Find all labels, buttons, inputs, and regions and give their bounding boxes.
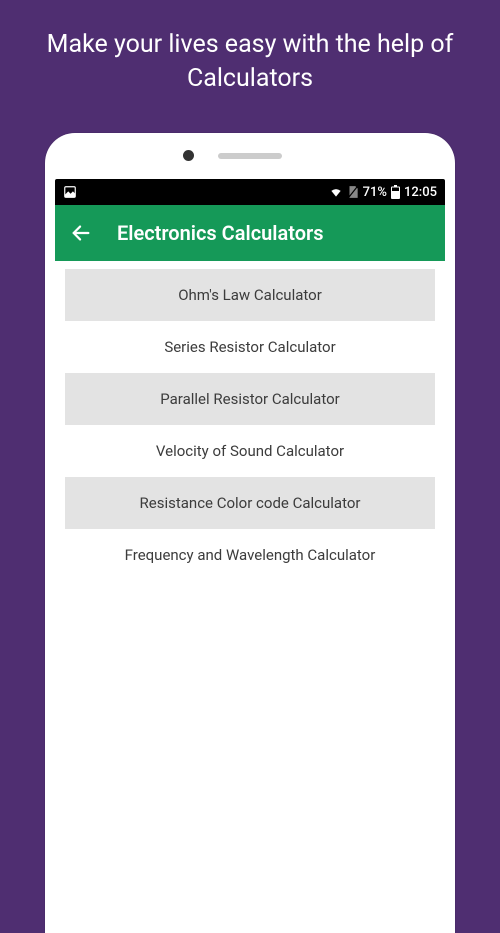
list-item[interactable]: Frequency and Wavelength Calculator [65,529,435,581]
calculator-list: Ohm's Law Calculator Series Resistor Cal… [55,261,445,589]
list-item-label: Resistance Color code Calculator [140,494,361,512]
image-icon [63,185,77,199]
list-item[interactable]: Parallel Resistor Calculator [65,373,435,425]
list-item-label: Parallel Resistor Calculator [160,390,339,408]
camera-icon [183,150,194,161]
list-item[interactable]: Resistance Color code Calculator [65,477,435,529]
phone-hardware-top [55,143,445,169]
no-sim-icon [347,185,359,199]
speaker-icon [218,153,282,159]
list-item-label: Ohm's Law Calculator [178,286,322,304]
wifi-icon [329,185,343,199]
promo-headline: Make your lives easy with the help of Ca… [0,0,500,116]
status-bar-left [63,185,77,199]
status-bar: 71% 12:05 [55,179,445,205]
phone-frame: 71% 12:05 Electronics Calculators Ohm's … [45,133,455,933]
list-item[interactable]: Velocity of Sound Calculator [65,425,435,477]
list-item[interactable]: Ohm's Law Calculator [65,269,435,321]
list-item-label: Velocity of Sound Calculator [156,442,344,460]
list-item-label: Series Resistor Calculator [164,338,335,356]
app-bar: Electronics Calculators [55,205,445,261]
back-arrow-icon[interactable] [69,221,93,245]
list-item[interactable]: Series Resistor Calculator [65,321,435,373]
app-bar-title: Electronics Calculators [117,221,324,245]
phone-screen: 71% 12:05 Electronics Calculators Ohm's … [55,179,445,589]
battery-percentage: 71% [363,185,387,200]
status-bar-right: 71% 12:05 [329,185,437,200]
battery-icon [391,185,400,199]
list-item-label: Frequency and Wavelength Calculator [125,546,376,564]
status-time: 12:05 [404,185,437,200]
